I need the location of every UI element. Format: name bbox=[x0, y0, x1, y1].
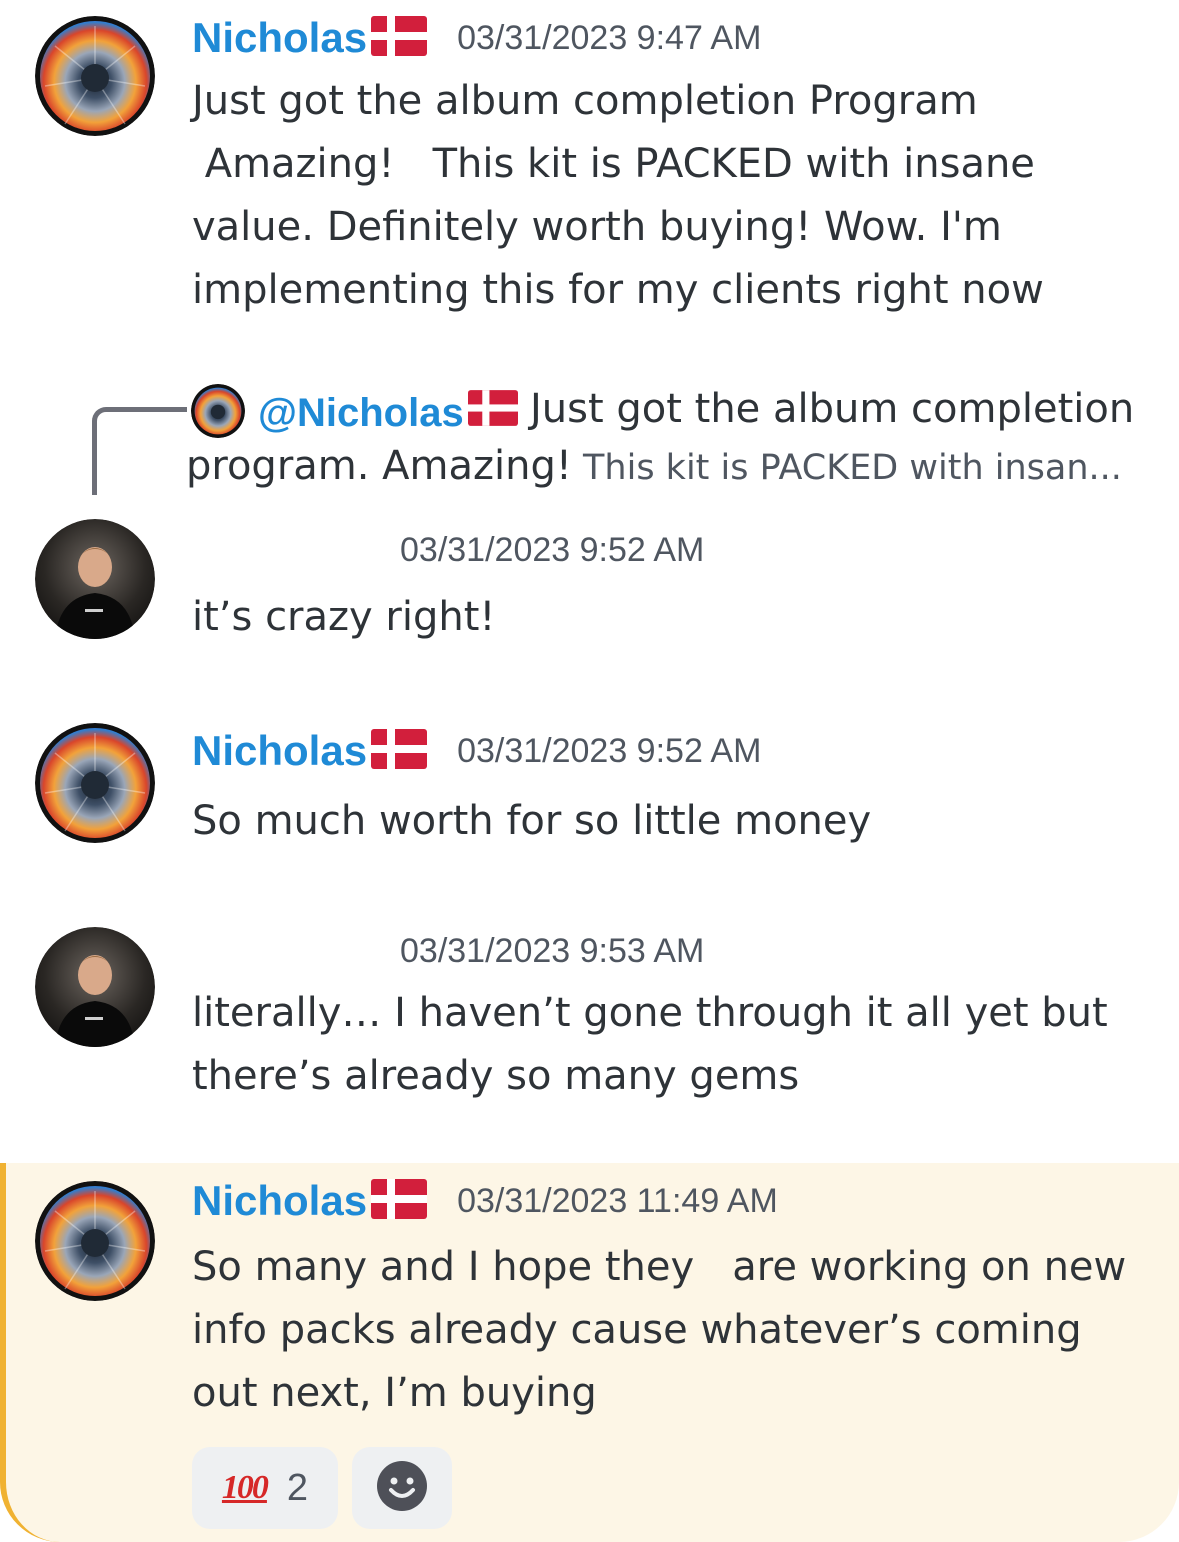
message-text: So much worth for so little money bbox=[192, 790, 1152, 853]
message-line: Just got the album completion Program bbox=[192, 78, 978, 124]
username[interactable]: Nicholas bbox=[192, 14, 367, 62]
reaction-count: 2 bbox=[286, 1466, 309, 1509]
add-reaction-button[interactable] bbox=[352, 1447, 452, 1529]
timestamp: 03/31/2023 9:47 AM bbox=[457, 18, 762, 57]
message-line: So many and I hope they are working on n… bbox=[192, 1244, 1127, 1290]
reply-preview-line1[interactable]: Just got the album completion bbox=[530, 386, 1134, 432]
reply-avatar[interactable] bbox=[191, 384, 245, 438]
reply-preview-line2[interactable]: program. Amazing! This kit is PACKED wit… bbox=[186, 443, 1122, 489]
message-text: literally… I haven’t gone through it all… bbox=[192, 982, 1152, 1108]
message-line: info packs already cause whatever’s comi… bbox=[192, 1307, 1082, 1353]
reply-mention-text: @Nicholas bbox=[258, 390, 464, 435]
message-line: implementing this for my clients right n… bbox=[192, 267, 1044, 313]
message-line: there’s already so many gems bbox=[192, 1053, 800, 1099]
reaction-100[interactable]: 100 2 bbox=[192, 1447, 338, 1529]
message-text: it’s crazy right! bbox=[192, 586, 1152, 649]
avatar-user[interactable] bbox=[35, 927, 155, 1047]
message-line: out next, I’m buying bbox=[192, 1370, 597, 1416]
timestamp: 03/31/2023 9:52 AM bbox=[457, 731, 762, 770]
flag-denmark-icon bbox=[371, 729, 428, 773]
timestamp: 03/31/2023 9:52 AM bbox=[400, 531, 705, 569]
reply-mention[interactable]: @Nicholas bbox=[258, 390, 518, 436]
reply-preview-rest: This kit is PACKED with insan... bbox=[571, 448, 1122, 488]
message-line: literally… I haven’t gone through it all… bbox=[192, 990, 1108, 1036]
timestamp: 03/31/2023 9:53 AM bbox=[400, 932, 705, 970]
reply-preview-main: program. Amazing! bbox=[186, 443, 572, 489]
avatar-nicholas[interactable] bbox=[35, 1181, 155, 1301]
avatar-nicholas[interactable] bbox=[35, 16, 155, 136]
reply-connector bbox=[92, 407, 187, 495]
flag-denmark-icon bbox=[467, 390, 518, 436]
message-line: value. Definitely worth buying! Wow. I'm bbox=[192, 204, 1002, 250]
message-line: it’s crazy right! bbox=[192, 594, 496, 640]
timestamp: 03/31/2023 11:49 AM bbox=[457, 1181, 778, 1220]
add-reaction-icon bbox=[376, 1460, 428, 1516]
username[interactable]: Nicholas bbox=[192, 727, 367, 775]
message-line: Amazing! This kit is PACKED with insane bbox=[192, 141, 1035, 187]
flag-denmark-icon bbox=[371, 16, 428, 60]
avatar-user[interactable] bbox=[35, 519, 155, 639]
message-text: Just got the album completion Program Am… bbox=[192, 70, 1152, 322]
flag-denmark-icon bbox=[371, 1179, 428, 1223]
message-text: So many and I hope they are working on n… bbox=[192, 1236, 1152, 1425]
message-line: So much worth for so little money bbox=[192, 798, 872, 844]
avatar-nicholas[interactable] bbox=[35, 723, 155, 843]
username[interactable]: Nicholas bbox=[192, 1177, 367, 1225]
hundred-points-icon: 100 bbox=[221, 1469, 269, 1506]
